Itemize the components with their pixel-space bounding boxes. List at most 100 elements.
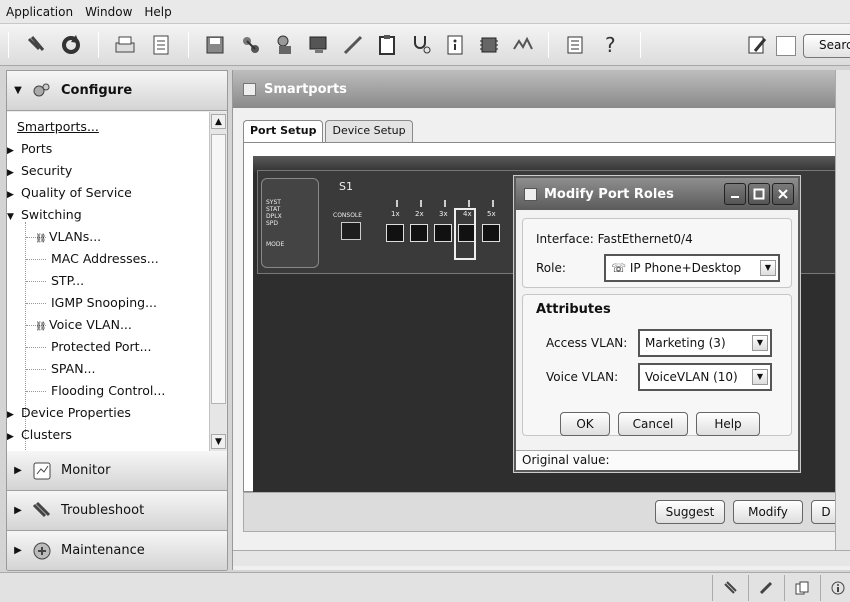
toolbar-separator: [640, 32, 641, 58]
tree-branch: [26, 347, 46, 348]
switch-mode-panel: SYST STAT DPLX SPD MODE: [261, 178, 319, 268]
toolbar-separator: [8, 32, 9, 58]
cancel-button[interactable]: Cancel: [618, 412, 688, 436]
tree-item-flooding-control[interactable]: Flooding Control...: [51, 380, 165, 402]
monitor-icon[interactable]: [304, 30, 334, 60]
tree-item-span[interactable]: SPAN...: [51, 358, 96, 380]
voice-vlan-icon: ⛓: [35, 322, 47, 332]
user-icon[interactable]: [270, 30, 300, 60]
pencil-icon[interactable]: [748, 575, 782, 601]
main-vertical-scrollbar[interactable]: [835, 70, 850, 550]
menu-application[interactable]: Application: [6, 5, 73, 19]
access-vlan-label: Access VLAN:: [546, 336, 628, 350]
tree-item-quality-of-service[interactable]: ▶ Quality of Service: [7, 182, 132, 204]
navigation-pane: ▼ Configure Smartports... ▶ Ports ▶ Securi…: [6, 70, 228, 571]
suggest-button[interactable]: Suggest: [655, 500, 725, 524]
document-icon[interactable]: [440, 30, 470, 60]
port-fa0-3[interactable]: [434, 224, 452, 242]
tree-scrollbar[interactable]: ▲ ▼: [209, 112, 227, 451]
tree-item-stp[interactable]: STP...: [51, 270, 84, 292]
chip-icon[interactable]: [474, 30, 504, 60]
feature-tree: Smartports... ▶ Ports ▶ Security ▶ Quality …: [7, 112, 227, 451]
network-icon[interactable]: [236, 30, 266, 60]
modify-port-roles-dialog: Modify Port Roles Interface: FastEtherne…: [514, 176, 800, 472]
original-value-status: Original value:: [516, 450, 798, 470]
stethoscope-icon[interactable]: [406, 30, 436, 60]
copy-icon[interactable]: [784, 575, 818, 601]
monitor-header[interactable]: ▶ Monitor: [7, 451, 227, 491]
refresh-icon[interactable]: [56, 30, 86, 60]
main-horizontal-scrollbar[interactable]: [233, 550, 850, 566]
search-button[interactable]: Search: [803, 34, 850, 58]
toolbar-separator: [548, 32, 549, 58]
info-icon[interactable]: [820, 575, 850, 601]
tree-item-clusters[interactable]: ▶ Clusters: [7, 424, 72, 446]
port-fa0-5[interactable]: [482, 224, 500, 242]
clipboard-icon[interactable]: [372, 30, 402, 60]
tools-icon[interactable]: [712, 575, 746, 601]
expand-arrow-icon: ▶: [14, 465, 22, 476]
role-select[interactable]: ☏ IP Phone+Desktop ▼: [604, 254, 780, 282]
checklist-icon[interactable]: [146, 30, 176, 60]
interface-text: Interface: FastEthernet0/4: [536, 232, 693, 246]
tree-item-mac-addresses[interactable]: MAC Addresses...: [51, 248, 159, 270]
tree-item-protected-port[interactable]: Protected Port...: [51, 336, 152, 358]
scroll-thumb[interactable]: [211, 134, 226, 404]
scroll-down-icon[interactable]: ▼: [211, 434, 226, 449]
ok-button[interactable]: OK: [560, 412, 610, 436]
collapse-arrow-icon: ▼: [14, 85, 22, 96]
status-bar: [0, 572, 850, 602]
help-button[interactable]: Help: [696, 412, 760, 436]
edit-icon[interactable]: [742, 30, 772, 60]
dialog-window-icon: [524, 187, 537, 201]
list-icon[interactable]: [560, 30, 590, 60]
tree-item-switching[interactable]: ▼ Switching: [7, 204, 82, 226]
tree-item-vlans[interactable]: ⛓ VLANs...: [35, 226, 101, 248]
led-label-dplx: DPLX: [266, 213, 282, 220]
tree-item-device-properties[interactable]: ▶ Device Properties: [7, 402, 131, 424]
console-port[interactable]: [341, 222, 361, 240]
tree-branch: [26, 259, 46, 260]
graph-icon[interactable]: [508, 30, 538, 60]
port-fa0-2[interactable]: [410, 224, 428, 242]
configure-header[interactable]: ▼ Configure: [7, 71, 227, 111]
tree-item-ports[interactable]: ▶ Ports: [7, 138, 52, 160]
access-vlan-select[interactable]: Marketing (3) ▼: [638, 329, 772, 357]
save-icon[interactable]: [200, 30, 230, 60]
maintenance-header[interactable]: ▶ Maintenance: [7, 531, 227, 571]
tree-item-security[interactable]: ▶ Security: [7, 160, 72, 182]
tree-branch: [26, 369, 46, 370]
attributes-heading: Attributes: [536, 302, 611, 317]
role-label: Role:: [536, 261, 566, 275]
tree-item-smartports[interactable]: Smartports...: [17, 116, 99, 138]
troubleshoot-header[interactable]: ▶ Troubleshoot: [7, 491, 227, 531]
troubleshoot-icon: [29, 498, 55, 524]
cable-icon[interactable]: [338, 30, 368, 60]
scroll-up-icon[interactable]: ▲: [211, 114, 226, 129]
maintenance-icon: [29, 538, 55, 564]
window-icon: [243, 82, 256, 96]
minimize-icon[interactable]: [724, 183, 746, 205]
tab-device-setup[interactable]: Device Setup: [325, 120, 413, 142]
tree-item-igmp-snooping[interactable]: IGMP Snooping...: [51, 292, 157, 314]
toolbar: ? Search: [0, 24, 850, 66]
print-icon[interactable]: [110, 30, 140, 60]
menu-window[interactable]: Window: [85, 5, 132, 19]
help-icon[interactable]: ?: [596, 30, 626, 60]
tab-strip: Port Setup Device Setup: [243, 120, 415, 142]
close-icon[interactable]: [772, 183, 794, 205]
search-checkbox[interactable]: [776, 36, 796, 56]
vlan-icon: ⛓: [35, 234, 47, 244]
maintenance-label: Maintenance: [61, 543, 145, 558]
modify-button[interactable]: Modify: [733, 500, 803, 524]
tools-icon[interactable]: [22, 30, 52, 60]
chevron-down-icon: ▼: [752, 369, 768, 385]
voice-vlan-select[interactable]: VoiceVLAN (10) ▼: [638, 363, 772, 391]
menu-bar: Application Window Help: [0, 0, 850, 24]
tree-item-voice-vlan[interactable]: ⛓ Voice VLAN...: [35, 314, 132, 336]
menu-help[interactable]: Help: [144, 5, 171, 19]
svg-text:?: ?: [605, 33, 616, 57]
port-fa0-1[interactable]: [386, 224, 404, 242]
tab-port-setup[interactable]: Port Setup: [243, 120, 324, 142]
maximize-icon[interactable]: [748, 183, 770, 205]
